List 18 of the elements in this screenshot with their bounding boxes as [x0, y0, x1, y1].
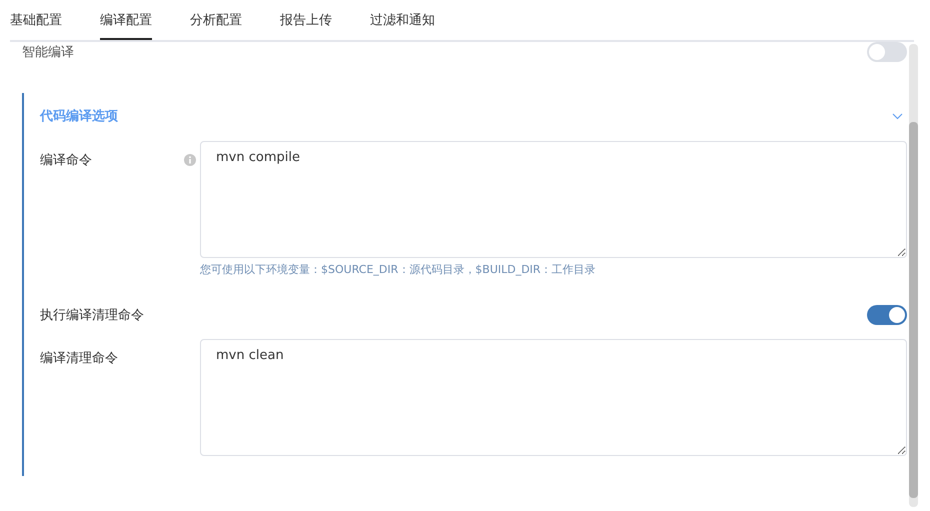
- command-field[interactable]: mvn compile: [200, 141, 907, 258]
- toggle-switch[interactable]: [867, 305, 907, 325]
- section-title: 代码编译选项: [40, 108, 118, 125]
- field-label: 执行编译清理命令: [40, 307, 144, 324]
- toggle-switch[interactable]: [867, 42, 907, 62]
- field-label: 编译命令: [40, 152, 92, 169]
- info-icon[interactable]: [184, 154, 196, 166]
- command-field[interactable]: mvn clean: [200, 339, 907, 456]
- scrollbar[interactable]: [909, 44, 918, 507]
- hint-text: 您可使用以下环境变量：$SOURCE_DIR：源代码目录，$BUILD_DIR：工作目录: [200, 262, 597, 277]
- chevron-icon[interactable]: [892, 112, 903, 120]
- field-label: 编译清理命令: [40, 350, 118, 367]
- tab[interactable]: 分析配置: [190, 0, 242, 38]
- field-label: 智能编译: [22, 44, 74, 61]
- tab[interactable]: 过滤和通知: [370, 0, 435, 38]
- tab[interactable]: 报告上传: [280, 0, 332, 38]
- tab[interactable]: 编译配置: [100, 0, 152, 40]
- tab[interactable]: 基础配置: [10, 0, 62, 38]
